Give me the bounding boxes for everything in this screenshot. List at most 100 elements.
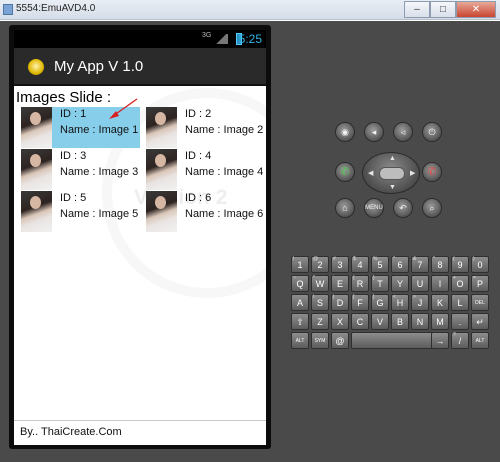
key-6[interactable]: ^ 6	[391, 256, 409, 273]
key-tab[interactable]: →	[431, 332, 449, 349]
item-name: Name : Image 2	[185, 124, 264, 136]
window-titlebar: 5554:EmuAVD4.0 – □ ✕	[0, 0, 500, 20]
key-r[interactable]: {R	[351, 275, 369, 292]
key-s[interactable]: \ S	[311, 294, 329, 311]
image-thumbnail	[21, 149, 52, 190]
volume-down-icon[interactable]: ◂	[364, 122, 384, 142]
key-9[interactable]: (9	[451, 256, 469, 273]
key-4[interactable]: $4	[351, 256, 369, 273]
dpad-right-icon[interactable]: ▶	[410, 169, 415, 177]
search-icon[interactable]: ⌕	[422, 198, 442, 218]
dpad-center-button[interactable]	[379, 167, 405, 180]
key-l[interactable]: :L	[451, 294, 469, 311]
content-area: Version 2 Images Slide : ID : 1 Name : I…	[14, 86, 266, 420]
key-h[interactable]: < H	[391, 294, 409, 311]
image-thumbnail	[146, 191, 177, 232]
key-7[interactable]: & 7	[411, 256, 429, 273]
image-thumbnail	[21, 107, 52, 148]
key-y[interactable]: Y	[391, 275, 409, 292]
key-o[interactable]: + O	[451, 275, 469, 292]
item-name: Name : Image 3	[60, 166, 139, 178]
image-thumbnail	[146, 107, 177, 148]
image-thumbnail	[146, 149, 177, 190]
status-bar: 3G 5:25	[14, 30, 266, 48]
key-v[interactable]: V	[371, 313, 389, 330]
enter-icon[interactable]: ↵	[471, 313, 489, 330]
dpad-down-icon[interactable]: ▼	[389, 184, 396, 191]
footer-text: By.. ThaiCreate.Com	[20, 426, 122, 438]
key-del[interactable]: DEL	[471, 294, 489, 311]
back-icon[interactable]: ↶	[393, 198, 413, 218]
key-f[interactable]: [F	[351, 294, 369, 311]
grid-item[interactable]: ID : 3 Name : Image 3	[21, 149, 140, 190]
menu-icon[interactable]: MENU	[364, 198, 384, 218]
window-controls: – □ ✕	[404, 1, 496, 18]
key-u[interactable]: -U	[411, 275, 429, 292]
close-button[interactable]: ✕	[456, 1, 496, 18]
key-n[interactable]: N	[411, 313, 429, 330]
pointer-arrow	[109, 98, 138, 119]
action-bar: My App V 1.0	[14, 48, 266, 86]
key-slash[interactable]: ? /	[451, 332, 469, 349]
grid-item[interactable]: ID : 2 Name : Image 2	[146, 107, 265, 148]
hardware-keyboard: ! 1 @2 #3 $4 % 5 ^ 6 & 7 * 8 (9 ) 0 ~ Q " W ` E {…	[291, 256, 489, 354]
clock-icon	[28, 59, 44, 75]
item-id: ID : 1	[60, 108, 87, 120]
network-type-label: 3G	[202, 32, 212, 39]
key-a[interactable]: A	[291, 294, 309, 311]
key-d[interactable]: | D	[331, 294, 349, 311]
key-3[interactable]: #3	[331, 256, 349, 273]
item-id: ID : 6	[185, 192, 212, 204]
key-m[interactable]: M	[431, 313, 449, 330]
item-id: ID : 5	[60, 192, 87, 204]
signal-icon	[214, 34, 228, 44]
call-icon[interactable]: ✆	[335, 162, 355, 182]
key-2[interactable]: @2	[311, 256, 329, 273]
key-5[interactable]: % 5	[371, 256, 389, 273]
key-w[interactable]: " W	[311, 275, 329, 292]
images-slide-header: Images Slide :	[16, 89, 112, 106]
volume-up-icon[interactable]: ◃	[393, 122, 413, 142]
key-sym[interactable]: SYM	[311, 332, 329, 349]
end-call-icon[interactable]: ✆	[422, 162, 442, 182]
key-period[interactable]: .	[451, 313, 469, 330]
item-id: ID : 2	[185, 108, 212, 120]
footer: By.. ThaiCreate.Com	[14, 421, 266, 445]
key-k[interactable]: ; K	[431, 294, 449, 311]
grid-item[interactable]: ID : 6 Name : Image 6	[146, 191, 265, 232]
home-icon[interactable]: ⌂	[335, 198, 355, 218]
key-t[interactable]: } T	[371, 275, 389, 292]
grid-item[interactable]: ID : 5 Name : Image 5	[21, 191, 140, 232]
key-j[interactable]: > J	[411, 294, 429, 311]
dpad-left-icon[interactable]: ◀	[368, 169, 373, 177]
key-b[interactable]: B	[391, 313, 409, 330]
dpad-up-icon[interactable]: ▲	[389, 155, 396, 162]
camera-icon[interactable]: ◉	[335, 122, 355, 142]
dpad[interactable]: ▲ ▼ ◀ ▶	[362, 152, 420, 194]
key-i[interactable]: I	[431, 275, 449, 292]
power-icon[interactable]: ⏻	[422, 122, 442, 142]
key-g[interactable]: ] G	[371, 294, 389, 311]
window-title: 5554:EmuAVD4.0	[16, 3, 96, 14]
key-at[interactable]: @	[331, 332, 349, 349]
key-0[interactable]: ) 0	[471, 256, 489, 273]
grid-item[interactable]: ID : 4 Name : Image 4	[146, 149, 265, 190]
item-id: ID : 3	[60, 150, 87, 162]
key-x[interactable]: X	[331, 313, 349, 330]
key-c[interactable]: C	[351, 313, 369, 330]
shift-icon[interactable]: ⇧	[291, 313, 309, 330]
key-alt-right[interactable]: ALT	[471, 332, 489, 349]
key-alt-left[interactable]: ALT	[291, 332, 309, 349]
key-z[interactable]: Z	[311, 313, 329, 330]
key-q[interactable]: ~ Q	[291, 275, 309, 292]
key-1[interactable]: ! 1	[291, 256, 309, 273]
item-id: ID : 4	[185, 150, 212, 162]
key-p[interactable]: = P	[471, 275, 489, 292]
status-time: 5:25	[238, 32, 262, 46]
maximize-button[interactable]: □	[430, 1, 456, 18]
minimize-button[interactable]: –	[404, 1, 430, 18]
item-name: Name : Image 4	[185, 166, 264, 178]
key-e[interactable]: ` E	[331, 275, 349, 292]
key-8[interactable]: * 8	[431, 256, 449, 273]
item-name: Name : Image 1	[60, 124, 139, 136]
